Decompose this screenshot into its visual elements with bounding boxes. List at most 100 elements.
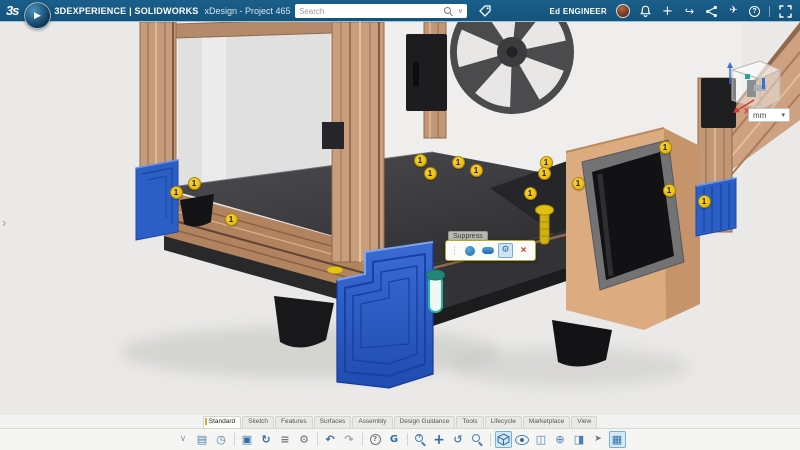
search-scope-chevron-icon[interactable]: ∨ — [458, 7, 463, 15]
tab-tools[interactable]: Tools — [456, 416, 483, 428]
tab-surfaces[interactable]: Surfaces — [314, 416, 352, 428]
undo-icon[interactable]: ↶ — [322, 431, 339, 448]
document-properties-icon[interactable]: ≡ — [277, 431, 294, 448]
drag-handle-icon[interactable]: ⋮ — [450, 245, 459, 256]
instance-badge[interactable]: 1 — [663, 184, 676, 197]
search-input[interactable] — [299, 7, 443, 16]
app-name: xDesign — [205, 6, 238, 16]
instance-badge[interactable]: 1 — [572, 177, 585, 190]
bell-icon[interactable] — [639, 5, 652, 18]
display-panel-icon[interactable]: ▦ — [609, 431, 626, 448]
collapse-chevron-icon[interactable]: ∨ — [175, 431, 192, 448]
bottom-panel: StandardSketchFeaturesSurfacesAssemblyDe… — [0, 415, 800, 450]
data-manager-icon[interactable]: ◫ — [533, 431, 550, 448]
visibility-icon[interactable] — [514, 431, 531, 448]
instance-badge[interactable]: 1 — [170, 186, 183, 199]
close-icon: × — [521, 246, 527, 256]
divider — [490, 433, 491, 446]
help-icon[interactable]: ? — [367, 431, 384, 448]
view-cube[interactable]: X — [720, 44, 790, 116]
revision-lock-icon[interactable]: G — [386, 431, 403, 448]
web-integration-icon[interactable]: ⊕ — [552, 431, 569, 448]
zoom-fit-icon[interactable] — [469, 431, 486, 448]
tab-view[interactable]: View — [571, 416, 597, 428]
help-icon[interactable]: ? — [749, 6, 760, 17]
instance-badge[interactable]: 1 — [424, 167, 437, 180]
divider — [362, 433, 363, 446]
units-value: mm — [753, 111, 766, 120]
instance-badge[interactable]: 1 — [188, 177, 201, 190]
connector-box — [322, 122, 344, 149]
instance-badge[interactable]: 1 — [414, 154, 427, 167]
tab-design-guidance[interactable]: Design Guidance — [394, 416, 456, 428]
workspace-switcher[interactable]: xDesign - Project 465 ∨ — [205, 6, 302, 16]
tab-standard[interactable]: Standard — [203, 416, 241, 428]
fastener-washer[interactable] — [327, 267, 343, 274]
share-nodes-icon[interactable] — [705, 5, 718, 18]
divider — [407, 433, 408, 446]
remove-button[interactable]: × — [516, 243, 531, 258]
divider — [234, 433, 235, 446]
search-icon[interactable] — [443, 6, 454, 17]
bottom-toolbar: ∨▤◷▣↻≡⚙↶↷?G++↺◫⊕◨➤▦ — [0, 428, 800, 450]
extruder-box[interactable] — [406, 34, 447, 111]
divider — [317, 433, 318, 446]
brand-title: 3DEXPERIENCE | SOLIDWORKS — [54, 6, 198, 16]
tab-features[interactable]: Features — [275, 416, 313, 428]
play-icon: ▶ — [34, 11, 41, 20]
sidebar-expand-chevron-icon[interactable]: › — [2, 215, 6, 230]
tab-sketch[interactable]: Sketch — [242, 416, 274, 428]
tab-assembly[interactable]: Assembly — [352, 416, 392, 428]
hide-icon — [465, 246, 475, 256]
isolate-button[interactable] — [480, 243, 495, 258]
suppress-button[interactable]: ⚙ — [498, 243, 513, 258]
dassault-logo: 3s — [6, 3, 18, 18]
fullscreen-icon[interactable] — [779, 5, 792, 18]
tag-icon[interactable] — [478, 4, 492, 18]
instance-badge[interactable]: 1 — [524, 187, 537, 200]
project-name: Project 465 — [245, 6, 291, 16]
user-name: Ed ENGINEER — [549, 7, 607, 16]
instance-badge[interactable]: 1 — [659, 141, 672, 154]
settings-gear-icon[interactable]: ⚙ — [296, 431, 313, 448]
design-library-icon[interactable]: ◨ — [571, 431, 588, 448]
open-history-icon[interactable]: ◷ — [213, 431, 230, 448]
units-dropdown[interactable]: mm ▾ — [748, 108, 790, 122]
control-console[interactable] — [566, 128, 700, 330]
selected-screw[interactable] — [427, 270, 445, 312]
sync-settings-icon[interactable]: ↻ — [258, 431, 275, 448]
context-toolbar[interactable]: ⋮ ⚙ × — [445, 240, 536, 261]
rotate-view-icon[interactable]: ↺ — [450, 431, 467, 448]
rubber-foot[interactable] — [274, 296, 334, 348]
left-corner-bracket[interactable] — [136, 160, 178, 240]
select-tool-icon[interactable]: ➤ — [590, 431, 607, 448]
user-cluster: Ed ENGINEER + ↪ ✈ ? — [549, 0, 792, 22]
printer-model-scene — [0, 22, 800, 415]
zoom-in-icon[interactable]: + — [412, 431, 429, 448]
paper-plane-icon[interactable]: ✈ — [727, 5, 740, 18]
3d-viewport[interactable]: 11111111111111 › Suppress ⋮ ⚙ × X mm ▾ — [0, 22, 800, 415]
instance-badge[interactable]: 1 — [225, 213, 238, 226]
search-box[interactable]: ∨ — [295, 4, 467, 18]
tab-lifecycle[interactable]: Lifecycle — [485, 416, 522, 428]
instance-badge[interactable]: 1 — [452, 156, 465, 169]
suppress-icon: ⚙ — [501, 246, 509, 255]
isolate-icon — [482, 247, 494, 254]
instance-badge[interactable]: 1 — [470, 164, 483, 177]
save-icon[interactable]: ▣ — [239, 431, 256, 448]
divider — [769, 6, 770, 17]
avatar[interactable] — [616, 4, 630, 18]
pan-icon[interactable]: + — [431, 431, 448, 448]
ribbon-tabs: StandardSketchFeaturesSurfacesAssemblyDe… — [0, 415, 800, 428]
redo-icon[interactable]: ↷ — [341, 431, 358, 448]
new-document-icon[interactable]: ▤ — [194, 431, 211, 448]
isometric-view-icon[interactable] — [495, 431, 512, 448]
add-icon[interactable]: + — [661, 5, 674, 18]
tab-marketplace[interactable]: Marketplace — [523, 416, 570, 428]
hide-button[interactable] — [462, 243, 477, 258]
3dexperience-compass-button[interactable]: ▶ — [24, 2, 51, 29]
instance-badge[interactable]: 1 — [698, 195, 711, 208]
top-app-bar: 3s ▶ 3DEXPERIENCE | SOLIDWORKS xDesign -… — [0, 0, 800, 22]
forward-arrow-icon[interactable]: ↪ — [683, 5, 696, 18]
instance-badge[interactable]: 1 — [538, 167, 551, 180]
